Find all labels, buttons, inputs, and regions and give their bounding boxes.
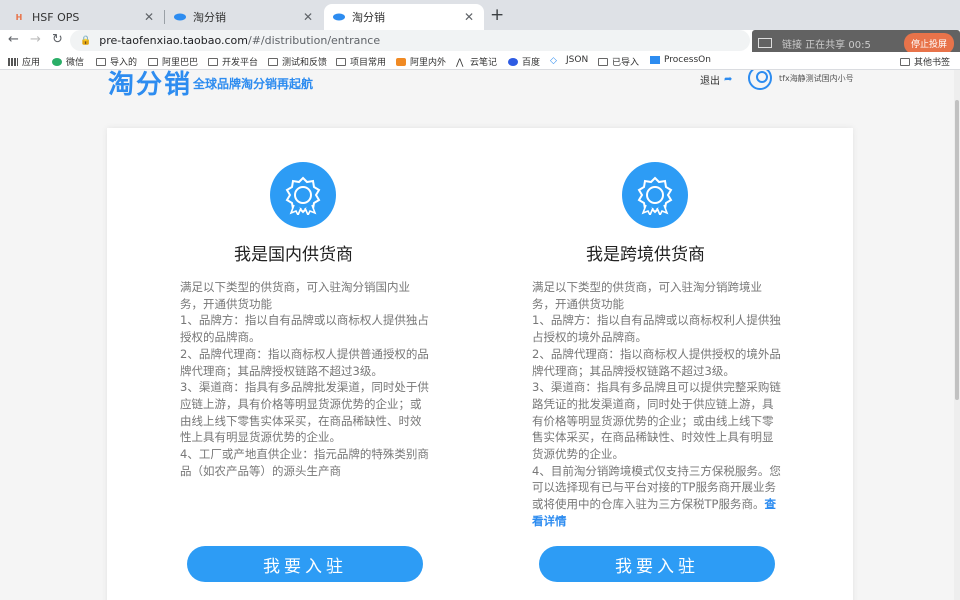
option-description: 满足以下类型的供货商，可入驻淘分销跨境业务，开通供货功能 1、品牌方：指以自有品…: [532, 279, 782, 530]
processon-icon: [650, 56, 660, 64]
close-icon[interactable]: ✕: [462, 10, 476, 24]
option-description: 满足以下类型的供货商，可入驻淘分销国内业务，开通供货功能 1、品牌方：指以自有品…: [180, 279, 430, 479]
note-icon: ⋀: [456, 57, 464, 68]
baidu-icon: [508, 57, 518, 66]
folder-icon: [598, 57, 608, 66]
tab-strip: H HSF OPS ✕ 淘分销 ✕ 淘分销 ✕ +: [0, 0, 960, 30]
tab-title: 淘分销: [193, 11, 226, 24]
join-domestic-button[interactable]: 我要入驻: [187, 546, 423, 582]
site-logo[interactable]: 淘分销: [108, 70, 192, 101]
join-cross-border-button[interactable]: 我要入驻: [539, 546, 775, 582]
taofenxiao-logo-icon: [173, 10, 187, 24]
page-scrollbar[interactable]: [954, 70, 960, 600]
site-slogan: 全球品牌淘分销再起航: [193, 77, 314, 91]
stop-share-button[interactable]: 停止投屏: [903, 32, 954, 54]
bookmark-imported[interactable]: 导入的: [96, 55, 137, 68]
share-status: 链接 正在共享 00:5: [782, 39, 871, 51]
option-title: 我是跨境供货商: [586, 245, 705, 265]
alibaba-icon: [396, 57, 406, 66]
bookmark-cloud-note[interactable]: ⋀ 云笔记: [456, 55, 497, 69]
url-path: /#/distribution/entrance: [248, 34, 381, 47]
page-content: 淘分销 全球品牌淘分销再起航 退出 ➦ tfx海静测试国内小号 我是国内供货商 …: [0, 70, 954, 600]
desc-line: 1、品牌方：指以自有品牌或以商标权人提供独占授权的品牌商。: [180, 313, 429, 345]
address-bar[interactable]: 🔒 pre-taofenxiao.taobao.com/#/distributi…: [70, 30, 750, 51]
folder-icon: [900, 57, 910, 66]
lock-icon: 🔒: [80, 35, 92, 46]
bookmark-wechat[interactable]: 微信: [52, 55, 84, 68]
wechat-icon: [52, 57, 62, 66]
desc-line: 1、品牌方：指以自有品牌或以商标权利人提供独占授权的境外品牌商。: [532, 313, 781, 345]
tab-title: 淘分销: [352, 11, 385, 24]
folder-icon: [96, 57, 106, 66]
desc-line: 满足以下类型的供货商，可入驻淘分销跨境业务，开通供货功能: [532, 280, 762, 311]
bookmark-alibaba[interactable]: 阿里巴巴: [148, 55, 198, 68]
folder-icon: [268, 57, 278, 66]
bookmark-json[interactable]: ◇ JSON: [550, 55, 588, 66]
folder-icon: [148, 57, 158, 66]
tab-taofenxiao-active[interactable]: 淘分销 ✕: [324, 4, 484, 30]
hsf-favicon-icon: H: [15, 12, 23, 22]
reload-icon[interactable]: ↻: [52, 32, 63, 47]
desc-line: 4、工厂或产地直供企业：指元品牌的特殊类别商品（如农产品等）的源头生产商: [180, 447, 429, 478]
bookmark-processon[interactable]: ProcessOn: [650, 55, 711, 65]
scrollbar-thumb[interactable]: [955, 100, 959, 400]
back-icon[interactable]: ←: [8, 32, 19, 47]
certificate-badge-icon: [270, 162, 336, 228]
taofenxiao-logo-icon: [332, 10, 346, 24]
logout-label: 退出: [700, 76, 720, 87]
close-icon[interactable]: ✕: [142, 10, 156, 24]
forward-icon[interactable]: →: [30, 32, 41, 47]
url-host: pre-taofenxiao.taobao.com: [99, 34, 248, 47]
tab-hsf-ops[interactable]: H HSF OPS ✕: [4, 4, 164, 30]
logout-link[interactable]: 退出 ➦: [700, 72, 732, 87]
option-domestic: 我是国内供货商 满足以下类型的供货商，可入驻淘分销国内业务，开通供货功能 1、品…: [107, 128, 480, 600]
desc-line: 2、品牌代理商：指以商标权人提供普通授权的品牌代理商；其品牌授权链路不超过3级。: [180, 346, 429, 378]
tab-taofenxiao[interactable]: 淘分销 ✕: [165, 4, 323, 30]
bookmarks-bar: 应用 微信 导入的 阿里巴巴 开发平台 测试和反馈 项目常用 阿里内外 ⋀ 云笔记…: [0, 52, 960, 70]
user-avatar-icon[interactable]: [748, 70, 772, 90]
apps-grid-icon: [8, 57, 18, 66]
logout-arrow-icon: ➦: [724, 74, 733, 85]
entrance-card: 我是国内供货商 满足以下类型的供货商，可入驻淘分销国内业务，开通供货功能 1、品…: [107, 128, 853, 600]
desc-line: 3、渠道商：指具有多品牌且可以提供完整采购链路凭证的批发渠道商，同时处于供应链上…: [532, 380, 781, 462]
desc-line: 满足以下类型的供货商，可入驻淘分销国内业务，开通供货功能: [180, 280, 410, 311]
bookmark-other[interactable]: 其他书签: [900, 55, 950, 68]
screen-icon: [758, 38, 772, 48]
desc-line: 3、渠道商：指具有多品牌批发渠道，同时处于供应链上游，具有价格等明显货源优势的企…: [180, 380, 429, 445]
folder-icon: [336, 57, 346, 66]
json-icon: ◇: [550, 56, 557, 66]
option-title: 我是国内供货商: [234, 245, 353, 265]
folder-icon: [208, 57, 218, 66]
close-icon[interactable]: ✕: [301, 10, 315, 24]
bookmark-dev-platform[interactable]: 开发平台: [208, 55, 258, 68]
new-tab-button[interactable]: +: [490, 5, 504, 25]
bookmark-projects[interactable]: 项目常用: [336, 55, 386, 68]
tab-title: HSF OPS: [32, 10, 80, 24]
bookmark-test-feedback[interactable]: 测试和反馈: [268, 55, 327, 68]
bookmark-apps[interactable]: 应用: [8, 55, 40, 68]
certificate-badge-icon: [622, 162, 688, 228]
option-cross-border: 我是跨境供货商 满足以下类型的供货商，可入驻淘分销跨境业务，开通供货功能 1、品…: [480, 128, 853, 600]
bookmark-ali-inside[interactable]: 阿里内外: [396, 55, 446, 68]
bookmark-baidu[interactable]: 百度: [508, 55, 540, 68]
desc-line: 2、品牌代理商：指以商标权人提供授权的境外品牌代理商；其品牌授权链路不超过3级。: [532, 346, 781, 378]
username: tfx海静测试国内小号: [779, 74, 854, 83]
desc-line: 4、目前淘分销跨境模式仅支持三方保税服务。您可以选择现有已与平台对接的TP服务商…: [532, 463, 781, 528]
bookmark-imported-2[interactable]: 已导入: [598, 55, 639, 68]
